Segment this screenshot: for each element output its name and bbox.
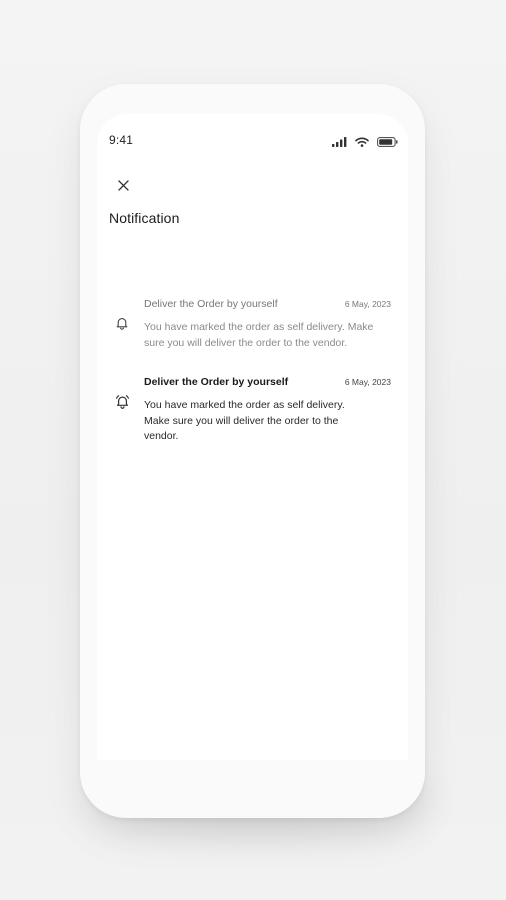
notification-item-read[interactable]: Deliver the Order by yourself 6 May, 202… [109,298,391,349]
notification-date: 6 May, 2023 [344,299,391,309]
bell-ringing-icon [111,390,133,412]
page-backdrop: 9:41 Notification Deliver the Order by y… [0,0,506,900]
notification-date: 6 May, 2023 [344,377,391,387]
notification-title: Deliver the Order by yourself [144,298,278,310]
app-screen: 9:41 Notification Deliver the Order by y… [97,114,408,760]
bell-icon [111,312,133,334]
wifi-icon [355,134,369,152]
notification-body: You have marked the order as self delive… [144,399,345,442]
notification-title: Deliver the Order by yourself [144,376,289,388]
page-title: Notification [109,210,180,226]
phone-frame: 9:41 Notification Deliver the Order by y… [80,84,425,818]
status-icons [332,134,398,152]
battery-icon [377,134,398,152]
status-time: 9:41 [109,133,134,147]
notification-item-unread[interactable]: Deliver the Order by yourself 6 May, 202… [109,376,391,442]
close-button[interactable] [113,177,133,197]
status-bar: 9:41 [97,114,408,164]
cellular-signal-icon [332,134,347,152]
notification-body: You have marked the order as self delive… [144,321,374,349]
close-icon [117,178,129,196]
